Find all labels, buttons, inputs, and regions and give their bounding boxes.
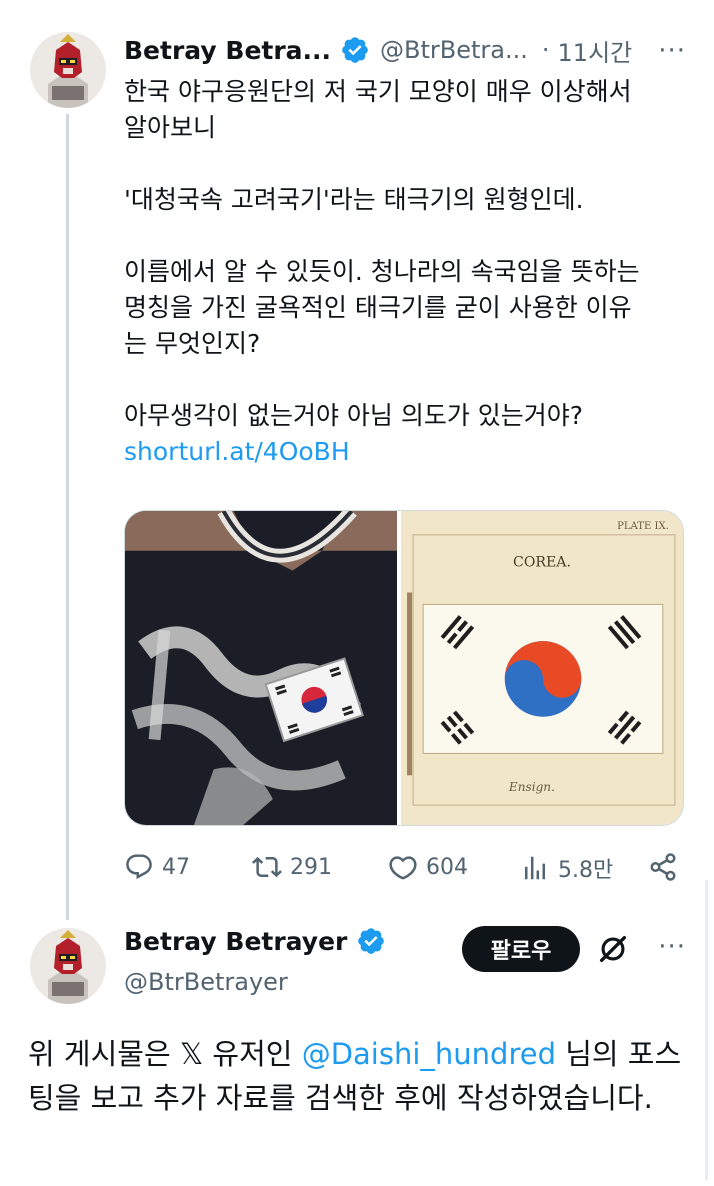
flag-country-label: COREA. bbox=[513, 555, 571, 571]
verified-badge-icon bbox=[342, 37, 368, 63]
author-handle[interactable]: @BtrBetra... bbox=[380, 36, 528, 64]
media-photo-jersey[interactable] bbox=[125, 511, 401, 825]
views-button[interactable]: 5.8만 bbox=[520, 852, 613, 884]
tweet-text: 한국 야구응원단의 저 국기 모양이 매우 이상해서 알아보니 '대청국속 고려… bbox=[124, 74, 694, 470]
views-count: 5.8만 bbox=[558, 858, 614, 883]
share-button[interactable] bbox=[648, 852, 678, 882]
avatar-robot-icon bbox=[30, 32, 106, 108]
avatar-robot-icon bbox=[30, 928, 106, 1004]
reply-icon bbox=[126, 854, 152, 880]
like-count: 604 bbox=[426, 854, 468, 880]
tweet-line: 알아보니 bbox=[124, 113, 217, 142]
corea-flag-plate-image: PLATE IX. COREA. Ensign. bbox=[401, 511, 683, 825]
author-name[interactable]: Betray Betra... bbox=[124, 36, 331, 65]
follow-button[interactable]: 팔로우 bbox=[462, 926, 580, 972]
tweet-line: 명칭을 가진 굴욕적인 태극기를 굳이 사용한 이유 bbox=[124, 293, 632, 322]
tweet-line: 한국 야구응원단의 저 국기 모양이 매우 이상해서 bbox=[124, 77, 632, 106]
share-icon bbox=[650, 853, 676, 881]
more-options-icon[interactable]: ··· bbox=[658, 36, 686, 66]
jersey-photo-image bbox=[125, 511, 397, 825]
plate-label: PLATE IX. bbox=[617, 521, 669, 532]
more-options-icon[interactable]: ··· bbox=[658, 932, 686, 962]
grok-icon[interactable] bbox=[596, 932, 630, 966]
reply-text: 위 게시물은 𝕏 유저인 @Daishi_hundred 님의 포스팅을 보고 … bbox=[28, 1032, 698, 1120]
author-handle[interactable]: @BtrBetrayer bbox=[124, 968, 288, 996]
reply-header: Betray Betrayer bbox=[124, 926, 386, 956]
avatar[interactable] bbox=[30, 928, 106, 1004]
tweet-line: 이름에서 알 수 있듯이. 청나라의 속국임을 뜻하는 bbox=[124, 257, 640, 286]
reply-text-before: 위 게시물은 𝕏 유저인 bbox=[28, 1037, 302, 1071]
mention-link[interactable]: @Daishi_hundred bbox=[302, 1037, 556, 1071]
reply-count: 47 bbox=[162, 854, 190, 880]
repost-count: 291 bbox=[290, 854, 332, 880]
author-name[interactable]: Betray Betrayer bbox=[124, 927, 347, 956]
tweet-actions: 47 291 604 5.8만 bbox=[124, 846, 694, 890]
avatar[interactable] bbox=[30, 32, 106, 108]
like-button[interactable]: 604 bbox=[388, 852, 468, 882]
tweet-line: '대청국속 고려국기'라는 태극기의 원형인데. bbox=[124, 185, 584, 214]
tweet-line: 는 무엇인지? bbox=[124, 329, 261, 358]
scrollbar-track[interactable] bbox=[705, 880, 708, 1180]
tweet-line: 아무생각이 없는거야 아님 의도가 있는거야? bbox=[124, 401, 584, 430]
thread-connector bbox=[66, 114, 69, 920]
repost-button[interactable]: 291 bbox=[252, 852, 332, 882]
flag-caption: Ensign. bbox=[508, 780, 555, 794]
timestamp[interactable]: 11시간 bbox=[558, 33, 633, 68]
verified-badge-icon bbox=[358, 928, 385, 954]
separator-dot: · bbox=[541, 36, 550, 64]
views-bar-icon bbox=[525, 856, 545, 880]
reply-button[interactable]: 47 bbox=[124, 852, 190, 882]
tweet-media[interactable]: PLATE IX. COREA. Ensign. bbox=[124, 510, 684, 826]
tweet-link[interactable]: shorturl.at/4OoBH bbox=[124, 434, 694, 470]
repost-icon bbox=[252, 856, 282, 878]
media-image-flag-plate[interactable]: PLATE IX. COREA. Ensign. bbox=[401, 511, 683, 825]
tweet-header: Betray Betra... @BtrBetra... · 11시간 bbox=[124, 30, 632, 70]
heart-icon bbox=[389, 856, 417, 880]
